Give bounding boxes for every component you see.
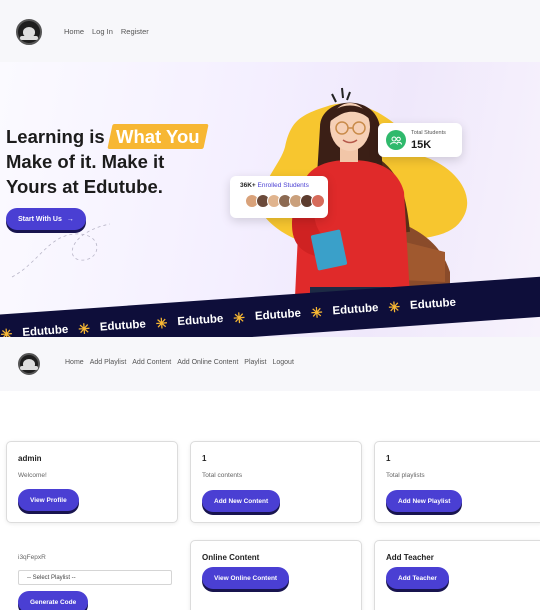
- add-teacher-title: Add Teacher: [386, 553, 434, 562]
- online-content-box: Online Content View Online Content: [190, 540, 362, 610]
- cta-label: Start With Us: [18, 215, 62, 223]
- ribbon-text: Edutube: [99, 318, 147, 334]
- student-avatars: [245, 194, 325, 208]
- headline-highlight: What You: [107, 124, 209, 149]
- headline-pre: Learning is: [6, 126, 105, 147]
- enrolled-students-heading: 36K+ Enrolled Students: [240, 182, 309, 189]
- view-profile-button[interactable]: View Profile: [18, 489, 79, 511]
- nav-links: Home Log In Register: [64, 27, 149, 36]
- total-students-card: Total Students 15K: [378, 123, 462, 157]
- profile-name: admin: [18, 454, 42, 463]
- playlists-box: 1 Total playlists Add New Playlist: [374, 441, 540, 523]
- generated-code: i3qFepxR: [18, 554, 46, 561]
- star-icon: ✳: [77, 319, 91, 337]
- nav-link-playlist[interactable]: Playlist: [244, 359, 266, 366]
- add-new-content-button[interactable]: Add New Content: [202, 490, 281, 512]
- decorative-swirl: [11, 223, 111, 278]
- nav-link-add-online-content[interactable]: Add Online Content: [177, 359, 238, 366]
- nav-link-login[interactable]: Log In: [92, 27, 113, 36]
- nav-link-logout[interactable]: Logout: [272, 359, 293, 366]
- add-teacher-button[interactable]: Add Teacher: [386, 567, 449, 589]
- code-generator-box: i3qFepxR -- Select Playlist -- Generate …: [6, 540, 178, 610]
- star-icon: ✳: [155, 314, 169, 332]
- edutube-ribbon: ✳ Edutube ✳ Edutube ✳ Edutube ✳ Edutube …: [0, 274, 540, 337]
- ribbon-text: Edutube: [21, 323, 69, 337]
- top-navbar: Home Log In Register: [0, 0, 540, 62]
- generate-code-button[interactable]: Generate Code: [18, 591, 89, 610]
- start-with-us-button[interactable]: Start With Us →: [6, 208, 86, 230]
- nav-link-add-playlist[interactable]: Add Playlist: [90, 359, 127, 366]
- total-students-label: Total Students: [411, 130, 446, 136]
- view-online-content-button[interactable]: View Online Content: [202, 567, 290, 589]
- playlists-count: 1: [386, 454, 391, 463]
- add-teacher-box: Add Teacher Add Teacher: [374, 540, 540, 610]
- star-icon: ✳: [232, 308, 246, 326]
- nav-link-home[interactable]: Home: [65, 359, 84, 366]
- dashboard-nav-links: Home Add Playlist Add Content Add Online…: [65, 359, 294, 366]
- playlist-select[interactable]: -- Select Playlist --: [18, 570, 172, 585]
- ribbon-text: Edutube: [332, 302, 379, 318]
- total-students-value: 15K: [411, 139, 432, 151]
- edutube-logo[interactable]: [16, 19, 42, 45]
- nav-link-add-content[interactable]: Add Content: [132, 359, 171, 366]
- hero-section: Learning is What You Make of it. Make it…: [0, 62, 540, 337]
- hero-headline: Learning is What You Make of it. Make it…: [6, 124, 209, 199]
- contents-label: Total contents: [202, 472, 243, 479]
- nav-link-home[interactable]: Home: [64, 27, 84, 36]
- online-content-title: Online Content: [202, 553, 260, 562]
- page: Home Log In Register Learning is What Yo…: [0, 0, 540, 610]
- profile-box: admin Welcome! View Profile: [6, 441, 178, 523]
- star-icon: ✳: [0, 325, 13, 337]
- add-new-playlist-button[interactable]: Add New Playlist: [386, 490, 463, 512]
- profile-welcome: Welcome!: [18, 472, 47, 479]
- star-icon: ✳: [310, 303, 324, 321]
- avatar: [311, 194, 325, 208]
- ribbon-text: Edutube: [177, 312, 224, 329]
- users-icon: [386, 130, 406, 150]
- headline-line3: Yours at Edutube.: [6, 176, 163, 197]
- dashboard-navbar: Home Add Playlist Add Content Add Online…: [0, 337, 540, 391]
- ribbon-text: Edutube: [409, 296, 457, 312]
- arrow-right-icon: →: [66, 215, 74, 223]
- contents-count: 1: [202, 454, 207, 463]
- playlists-label: Total playlists: [386, 472, 425, 479]
- ribbon-text: Edutube: [254, 307, 302, 323]
- nav-link-register[interactable]: Register: [121, 27, 149, 36]
- edutube-logo[interactable]: [18, 353, 40, 375]
- star-icon: ✳: [387, 298, 401, 315]
- headline-line2: Make of it. Make it: [6, 151, 165, 172]
- enrolled-students-card: 36K+ Enrolled Students: [230, 176, 328, 218]
- contents-box: 1 Total contents Add New Content: [190, 441, 362, 523]
